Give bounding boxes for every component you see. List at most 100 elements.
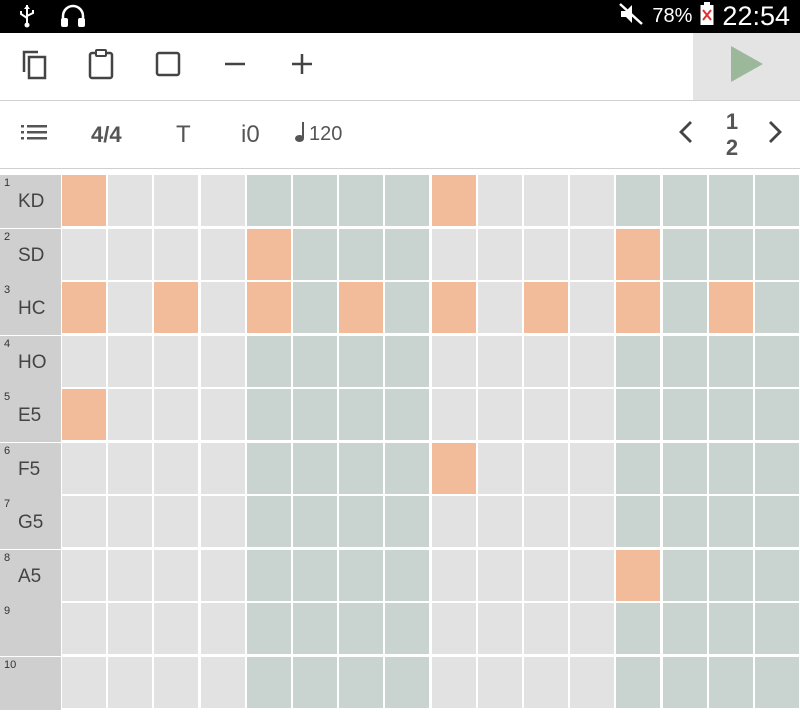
step-cell[interactable]	[200, 603, 245, 654]
step-cell[interactable]	[339, 389, 384, 440]
track-label[interactable]: 2 SD	[0, 228, 61, 282]
step-cell[interactable]	[662, 228, 707, 280]
step-cell[interactable]	[570, 282, 615, 333]
step-cell[interactable]	[339, 228, 384, 280]
step-cell[interactable]	[570, 496, 615, 547]
step-cell[interactable]	[293, 335, 337, 387]
step-cell[interactable]	[662, 603, 707, 654]
step-cell[interactable]	[662, 175, 707, 226]
step-cell[interactable]	[616, 656, 661, 708]
step-cell[interactable]	[662, 496, 707, 547]
step-cell[interactable]	[154, 442, 199, 494]
step-cell[interactable]	[755, 228, 799, 280]
step-cell[interactable]	[477, 228, 522, 280]
step-cell[interactable]	[662, 389, 707, 440]
step-cell[interactable]	[755, 603, 799, 654]
step-cell[interactable]	[293, 282, 337, 333]
step-cell-active[interactable]	[339, 282, 384, 333]
step-cell[interactable]	[154, 603, 199, 654]
step-cell[interactable]	[108, 656, 153, 708]
step-cell[interactable]	[616, 335, 661, 387]
step-cell[interactable]	[200, 282, 245, 333]
step-cell[interactable]	[524, 175, 568, 226]
step-cell[interactable]	[524, 549, 568, 601]
step-cell[interactable]	[339, 656, 384, 708]
step-cell-active[interactable]	[616, 228, 661, 280]
step-cell[interactable]	[200, 389, 245, 440]
step-cell[interactable]	[200, 656, 245, 708]
step-cell[interactable]	[662, 442, 707, 494]
step-cell[interactable]	[62, 549, 106, 601]
play-button[interactable]	[693, 33, 800, 100]
step-cell[interactable]	[385, 175, 430, 226]
step-cell[interactable]	[108, 496, 153, 547]
copy-button[interactable]	[4, 33, 64, 100]
step-cell[interactable]	[477, 335, 522, 387]
step-cell[interactable]	[385, 603, 430, 654]
step-cell[interactable]	[385, 228, 430, 280]
step-cell[interactable]	[200, 549, 245, 601]
step-cell[interactable]	[477, 389, 522, 440]
select-button[interactable]	[138, 33, 198, 100]
step-cell[interactable]	[524, 603, 568, 654]
step-cell[interactable]	[431, 228, 476, 280]
add-button[interactable]	[272, 33, 332, 100]
step-cell[interactable]	[385, 335, 430, 387]
step-cell[interactable]	[477, 496, 522, 547]
step-cell-active[interactable]	[62, 282, 106, 333]
step-cell[interactable]	[385, 496, 430, 547]
step-cell[interactable]	[200, 175, 245, 226]
step-cell[interactable]	[708, 549, 753, 601]
step-cell[interactable]	[524, 496, 568, 547]
step-cell[interactable]	[200, 496, 245, 547]
step-cell[interactable]	[339, 175, 384, 226]
step-cell[interactable]	[616, 496, 661, 547]
step-cell-active[interactable]	[154, 282, 199, 333]
step-cell[interactable]	[62, 603, 106, 654]
step-cell[interactable]	[708, 442, 753, 494]
step-cell[interactable]	[62, 656, 106, 708]
step-cell[interactable]	[524, 335, 568, 387]
step-cell[interactable]	[755, 282, 799, 333]
step-cell[interactable]	[246, 603, 291, 654]
step-cell-active[interactable]	[62, 175, 106, 226]
step-cell[interactable]	[616, 389, 661, 440]
step-cell-active[interactable]	[616, 549, 661, 601]
step-cell[interactable]	[293, 549, 337, 601]
track-label[interactable]: 4 HO	[0, 335, 61, 389]
step-cell[interactable]	[708, 389, 753, 440]
step-cell[interactable]	[755, 656, 799, 708]
track-label[interactable]: 6 F5	[0, 442, 61, 496]
step-cell[interactable]	[246, 442, 291, 494]
step-cell[interactable]	[154, 175, 199, 226]
step-cell[interactable]	[708, 175, 753, 226]
step-cell-active[interactable]	[62, 389, 106, 440]
step-cell[interactable]	[108, 389, 153, 440]
menu-button[interactable]	[20, 101, 48, 168]
step-cell[interactable]	[200, 442, 245, 494]
track-label[interactable]: 10	[0, 656, 61, 710]
step-cell[interactable]	[755, 549, 799, 601]
instrument-button[interactable]: i0	[241, 101, 260, 168]
step-cell[interactable]	[570, 549, 615, 601]
step-cell[interactable]	[477, 656, 522, 708]
step-cell[interactable]	[524, 656, 568, 708]
step-cell[interactable]	[708, 656, 753, 708]
step-cell[interactable]	[755, 442, 799, 494]
track-label[interactable]: 8 A5	[0, 549, 61, 603]
step-cell[interactable]	[431, 656, 476, 708]
step-cell[interactable]	[108, 603, 153, 654]
step-cell[interactable]	[570, 335, 615, 387]
step-cell[interactable]	[108, 282, 153, 333]
step-cell[interactable]	[154, 389, 199, 440]
step-cell[interactable]	[570, 389, 615, 440]
step-cell[interactable]	[339, 549, 384, 601]
step-cell[interactable]	[62, 442, 106, 494]
step-cell[interactable]	[108, 335, 153, 387]
step-cell[interactable]	[154, 549, 199, 601]
step-cell[interactable]	[293, 656, 337, 708]
step-cell[interactable]	[431, 496, 476, 547]
step-cell[interactable]	[755, 175, 799, 226]
tempo-button[interactable]: 120	[294, 101, 342, 168]
step-cell[interactable]	[385, 549, 430, 601]
